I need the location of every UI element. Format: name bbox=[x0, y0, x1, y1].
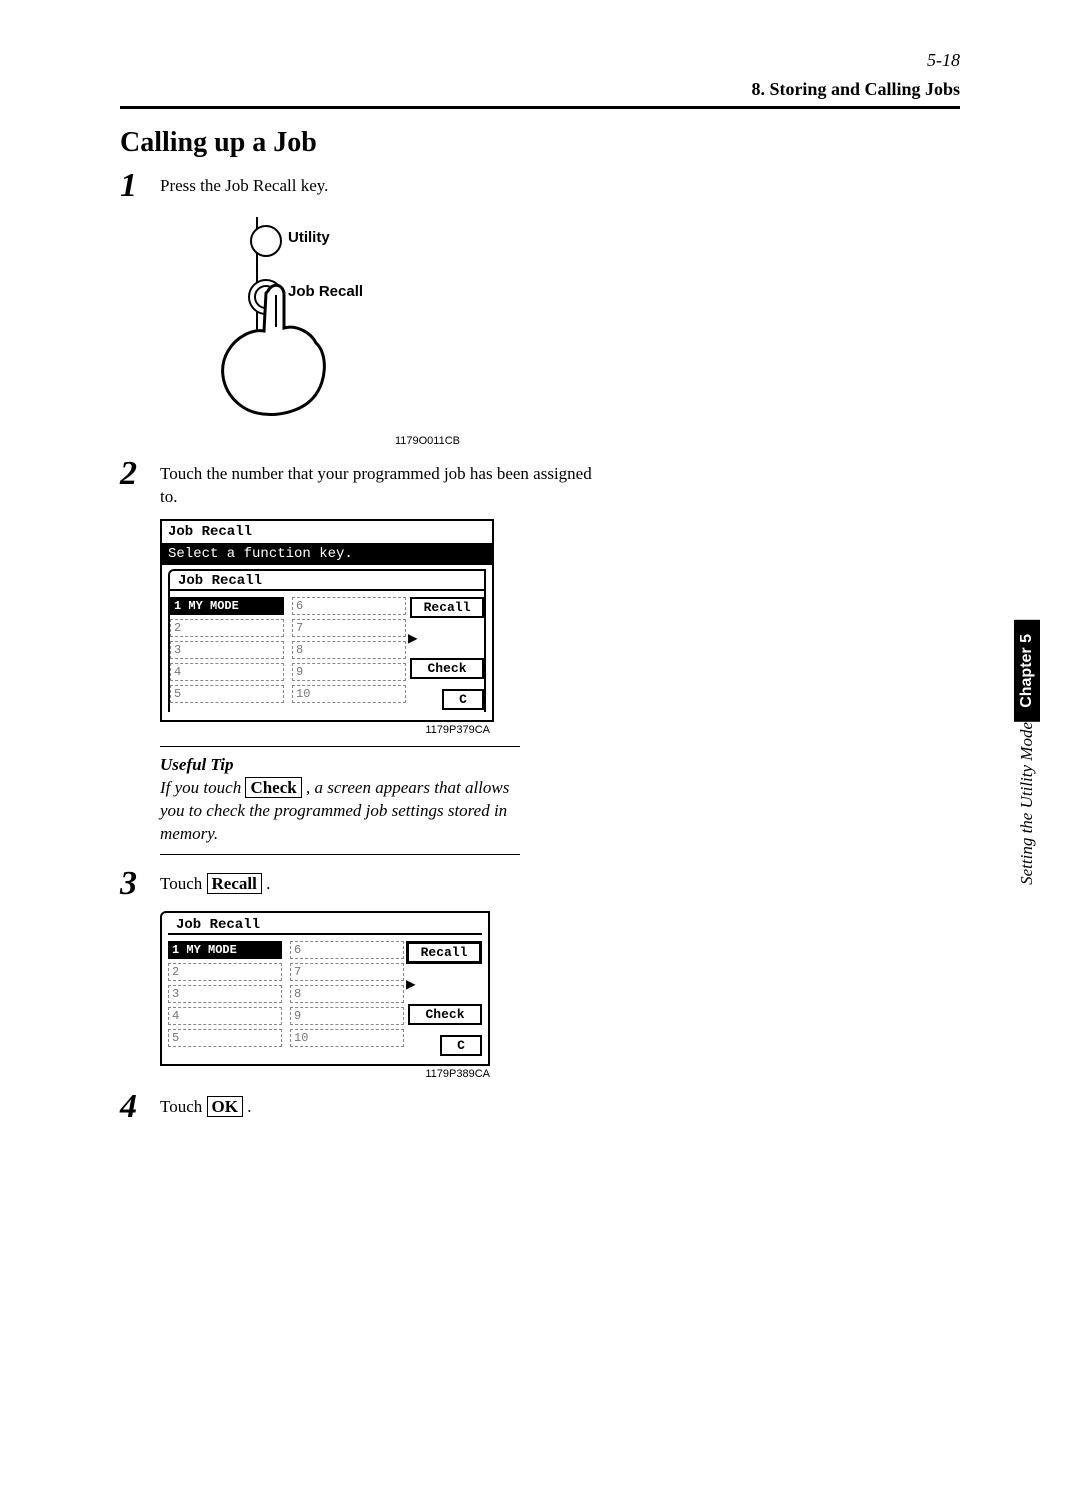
figure-code: 1179P379CA bbox=[160, 724, 490, 736]
tip-heading: Useful Tip bbox=[160, 755, 520, 775]
scroll-right-icon[interactable]: ▶ bbox=[406, 974, 416, 994]
job-slot-4[interactable]: 4 bbox=[168, 1007, 282, 1025]
section-header: 8. Storing and Calling Jobs bbox=[751, 79, 960, 99]
step-4: 4 Touch OK . bbox=[120, 1090, 600, 1124]
job-slot-6[interactable]: 6 bbox=[290, 941, 404, 959]
utility-label: Utility bbox=[288, 229, 330, 246]
job-slot-3[interactable]: 3 bbox=[170, 641, 284, 659]
clear-button[interactable]: C bbox=[442, 689, 484, 710]
page-title: Calling up a Job bbox=[120, 127, 960, 159]
side-text: Setting the Utility Mode bbox=[1017, 722, 1037, 895]
check-button[interactable]: Check bbox=[408, 1004, 482, 1025]
utility-button-icon bbox=[250, 225, 282, 257]
ok-box-label: OK bbox=[207, 1096, 243, 1117]
scroll-right-icon[interactable]: ▶ bbox=[408, 628, 418, 648]
useful-tip: Useful Tip If you touch Check , a screen… bbox=[160, 746, 520, 855]
step-number: 2 bbox=[120, 457, 160, 491]
job-slot-1[interactable]: 1 MY MODE bbox=[170, 597, 284, 615]
side-tab: Chapter 5 Setting the Utility Mode bbox=[1014, 620, 1040, 895]
figure-lcd-recall: Job Recall 1 MY MODE 2 3 4 5 6 7 8 9 1 bbox=[160, 911, 960, 1080]
page-number: 5-18 bbox=[120, 50, 960, 71]
chapter-badge: Chapter 5 bbox=[1014, 620, 1040, 722]
step-3: 3 Touch Recall . bbox=[120, 867, 600, 901]
lcd-tab: Job Recall bbox=[168, 917, 482, 933]
job-slot-8[interactable]: 8 bbox=[290, 985, 404, 1003]
check-box-label: Check bbox=[245, 777, 301, 798]
job-slot-7[interactable]: 7 bbox=[292, 619, 406, 637]
recall-box-label: Recall bbox=[207, 873, 262, 894]
job-slot-7[interactable]: 7 bbox=[290, 963, 404, 981]
job-slot-10[interactable]: 10 bbox=[292, 685, 406, 703]
job-slot-2[interactable]: 2 bbox=[168, 963, 282, 981]
step-number: 4 bbox=[120, 1090, 160, 1124]
job-slot-2[interactable]: 2 bbox=[170, 619, 284, 637]
lcd-tab: Job Recall bbox=[170, 573, 484, 589]
check-button[interactable]: Check bbox=[410, 658, 484, 679]
figure-job-recall-key: Utility Job Recall 1179O011CB bbox=[160, 213, 960, 447]
job-slot-5[interactable]: 5 bbox=[168, 1029, 282, 1047]
job-slot-5[interactable]: 5 bbox=[170, 685, 284, 703]
step-1: 1 Press the Job Recall key. bbox=[120, 169, 600, 203]
job-slot-4[interactable]: 4 bbox=[170, 663, 284, 681]
lcd-column-1: 1 MY MODE 2 3 4 5 bbox=[170, 597, 284, 710]
job-slot-9[interactable]: 9 bbox=[290, 1007, 404, 1025]
tip-rule-bottom bbox=[160, 854, 520, 855]
job-slot-10[interactable]: 10 bbox=[290, 1029, 404, 1047]
step-text: Touch Recall . bbox=[160, 867, 270, 896]
lcd-column-1: 1 MY MODE 2 3 4 5 bbox=[168, 941, 282, 1056]
job-slot-6[interactable]: 6 bbox=[292, 597, 406, 615]
header-rule bbox=[120, 106, 960, 109]
tip-text: If you touch Check , a screen appears th… bbox=[160, 777, 520, 846]
figure-lcd-select: Job Recall Select a function key. Job Re… bbox=[160, 519, 960, 736]
job-slot-8[interactable]: 8 bbox=[292, 641, 406, 659]
recall-button[interactable]: Recall bbox=[406, 941, 482, 964]
job-slot-1[interactable]: 1 MY MODE bbox=[168, 941, 282, 959]
step-number: 3 bbox=[120, 867, 160, 901]
job-slot-9[interactable]: 9 bbox=[292, 663, 406, 681]
tip-rule-top bbox=[160, 746, 520, 747]
lcd-title: Job Recall bbox=[162, 521, 492, 543]
lcd-column-2: 6 7 8 9 10 bbox=[292, 597, 406, 710]
job-slot-3[interactable]: 3 bbox=[168, 985, 282, 1003]
clear-button[interactable]: C bbox=[440, 1035, 482, 1056]
step-text: Press the Job Recall key. bbox=[160, 169, 328, 198]
step-number: 1 bbox=[120, 169, 160, 203]
figure-code: 1179P389CA bbox=[160, 1068, 490, 1080]
recall-button[interactable]: Recall bbox=[410, 597, 484, 618]
lcd-column-2: 6 7 8 9 10 bbox=[290, 941, 404, 1056]
hand-press-icon bbox=[200, 273, 350, 423]
lcd-prompt: Select a function key. bbox=[162, 543, 492, 565]
figure-code: 1179O011CB bbox=[160, 435, 460, 447]
step-text: Touch the number that your programmed jo… bbox=[160, 457, 600, 509]
step-text: Touch OK . bbox=[160, 1090, 251, 1119]
step-2: 2 Touch the number that your programmed … bbox=[120, 457, 600, 509]
